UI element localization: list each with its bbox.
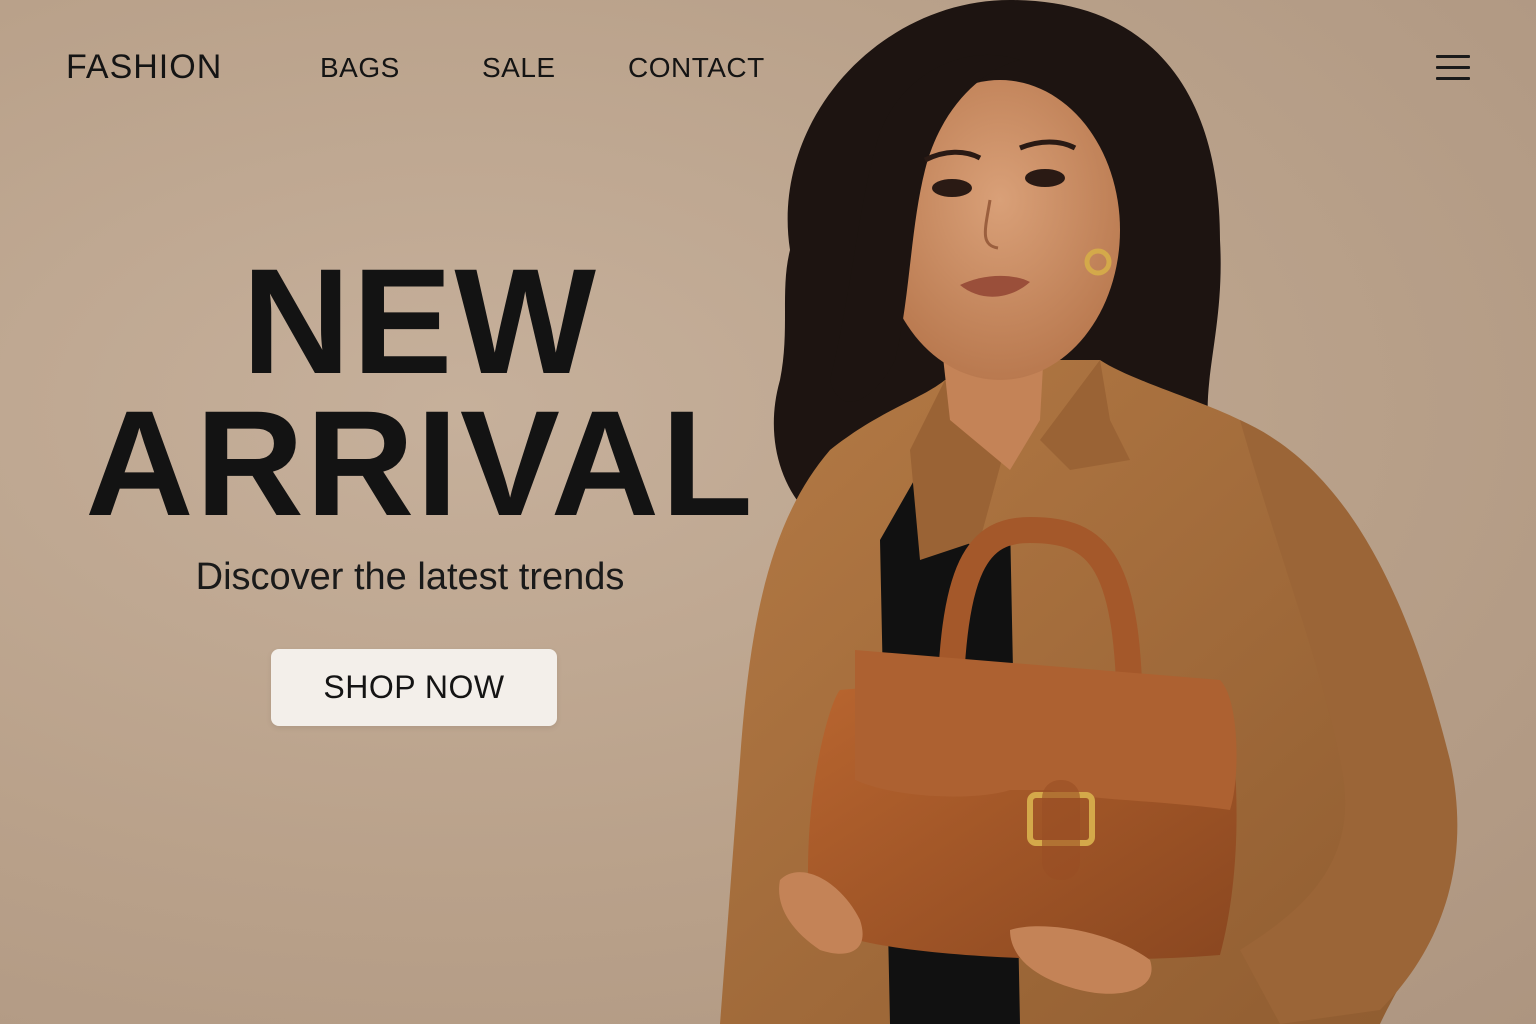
brand-logo[interactable]: FASHION <box>66 48 222 87</box>
hero-model-image <box>720 0 1458 1024</box>
landing-page: FASHION BAGS SALE CONTACT NEW ARRIVAL Di… <box>0 0 1536 1024</box>
eye-right <box>1025 169 1065 187</box>
shop-now-button[interactable]: SHOP NOW <box>271 649 557 726</box>
nav-link-sale[interactable]: SALE <box>482 52 556 84</box>
eye-left <box>932 179 972 197</box>
buckle-strap <box>1042 780 1080 880</box>
nav-link-bags[interactable]: BAGS <box>320 52 400 84</box>
